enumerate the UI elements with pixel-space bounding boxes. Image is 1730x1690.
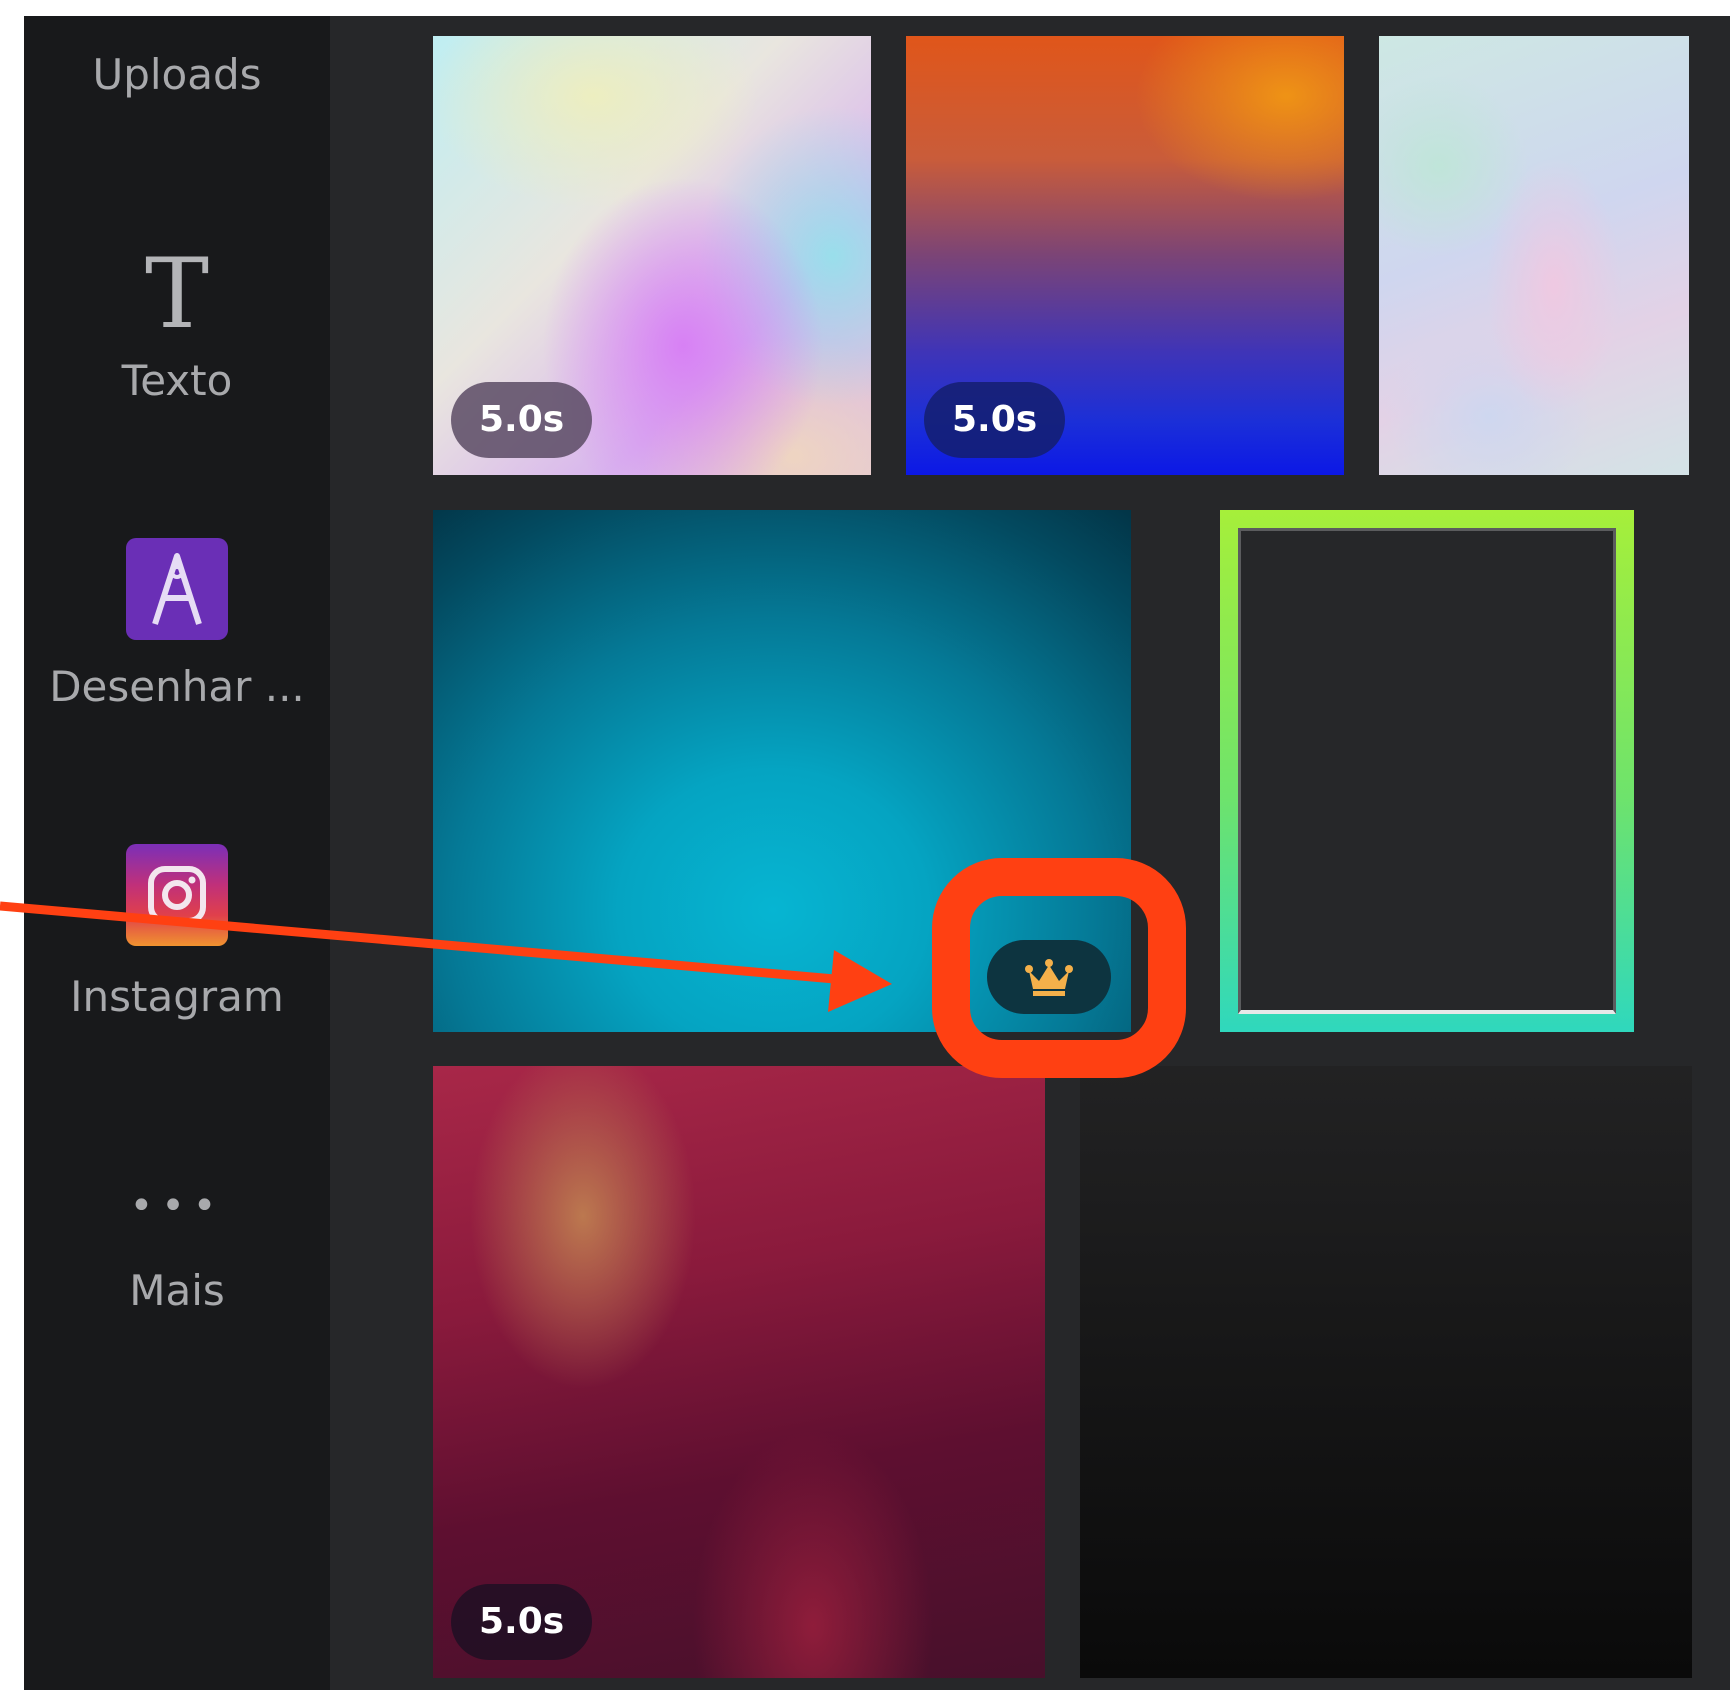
sidebar-item-label: Mais xyxy=(129,1266,225,1315)
sidebar-item-label: Uploads xyxy=(92,50,262,99)
premium-crown-badge[interactable] xyxy=(987,940,1111,1014)
sidebar-item-mais[interactable]: ••• Mais xyxy=(24,1186,330,1316)
sidebar-item-uploads[interactable]: Uploads xyxy=(24,50,330,100)
duration-badge: 5.0s xyxy=(451,1584,593,1660)
duration-badge: 5.0s xyxy=(451,382,593,458)
video-tile-pastel-gradient[interactable]: 5.0s xyxy=(433,36,871,475)
video-tile-crimson-gradient[interactable]: 5.0s xyxy=(433,1066,1045,1678)
sidebar-item-texto[interactable]: T Texto xyxy=(24,246,330,406)
instagram-icon xyxy=(126,844,228,946)
frame-tile-green-border[interactable] xyxy=(1220,510,1634,1032)
sidebar-item-label: Texto xyxy=(121,356,233,405)
frame-placeholder xyxy=(1238,528,1616,1014)
sidebar-item-instagram[interactable]: Instagram xyxy=(24,844,330,1022)
image-tile-black-gradient[interactable] xyxy=(1080,1066,1692,1678)
sidebar: Uploads T Texto Desenhar ... Instagram •… xyxy=(24,16,330,1690)
draw-icon xyxy=(126,538,228,640)
video-tile-orange-blue-gradient[interactable]: 5.0s xyxy=(906,36,1344,475)
more-dots-icon: ••• xyxy=(129,1183,225,1229)
image-tile-holographic[interactable] xyxy=(1379,36,1689,475)
sidebar-item-label: Instagram xyxy=(70,972,284,1021)
sidebar-item-desenhar[interactable]: Desenhar ... xyxy=(24,538,330,712)
text-icon: T xyxy=(144,238,210,350)
crown-icon xyxy=(1025,959,1073,996)
duration-badge: 5.0s xyxy=(924,382,1066,458)
sidebar-item-label: Desenhar ... xyxy=(49,662,305,711)
